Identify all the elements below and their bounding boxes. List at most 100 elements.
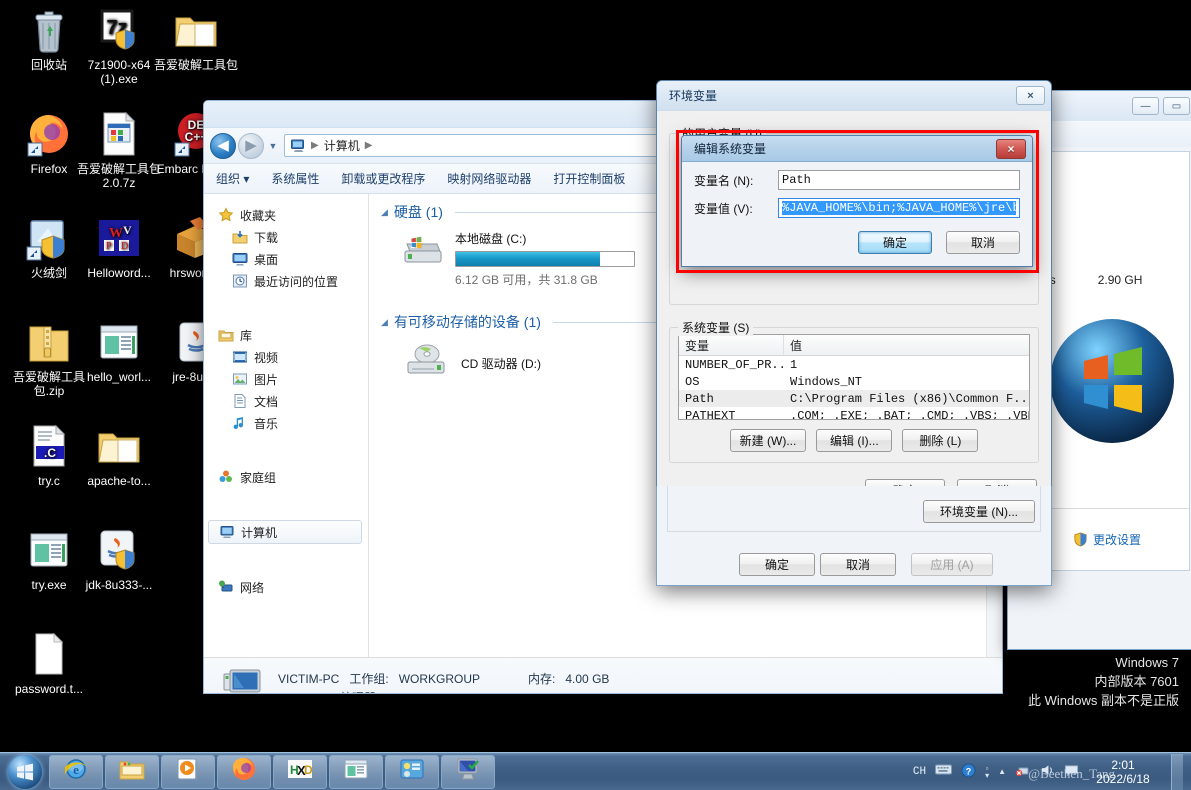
show-hidden-icons-button[interactable]: ▫ ▾ bbox=[985, 764, 989, 779]
variable-value-label: 变量值 (V): bbox=[694, 201, 753, 216]
svg-text:.C: .C bbox=[44, 446, 56, 460]
edit-ok-button[interactable]: 确定 bbox=[858, 231, 932, 254]
variable-name-input[interactable]: Path bbox=[778, 170, 1020, 190]
breadcrumb-item-computer[interactable]: 计算机 bbox=[324, 137, 360, 154]
svg-text:?: ? bbox=[966, 766, 972, 776]
sidebar-item-documents[interactable]: 文档 bbox=[204, 390, 368, 412]
desktop-icon-helloword[interactable]: W V P D Helloword... bbox=[76, 214, 162, 280]
listview-header[interactable]: 变量 值 bbox=[679, 335, 1029, 356]
taskbar[interactable]: e H X D CH ? ▫ ▾ ▲ 2:01 2022/6/18 bbox=[0, 752, 1191, 790]
system-variables-listview[interactable]: 变量 值 NUMBER_OF_PR... 1 OS Windows_NT Pat… bbox=[678, 334, 1030, 420]
sysprops-apply-button[interactable]: 应用 (A) bbox=[911, 553, 993, 576]
table-row[interactable]: NUMBER_OF_PR... 1 bbox=[679, 356, 1029, 373]
status-processor: AMD Ryzen 7 4800HS... bbox=[389, 689, 520, 694]
firefox-taskbar-button[interactable] bbox=[217, 754, 271, 789]
sidebar-item-homegroup[interactable]: 家庭组 bbox=[204, 466, 368, 488]
start-button[interactable] bbox=[2, 754, 48, 790]
cell-variable: NUMBER_OF_PR... bbox=[685, 357, 784, 372]
hxd-taskbar-button[interactable]: H X D bbox=[273, 754, 327, 789]
edit-dialog-title-bar[interactable]: 编辑系统变量 × bbox=[682, 136, 1032, 162]
table-row[interactable]: PATHEXT .COM; .EXE; .BAT; .CMD; .VBS; .V… bbox=[679, 407, 1029, 420]
sidebar-item-downloads[interactable]: 下载 bbox=[204, 226, 368, 248]
text-file-icon bbox=[25, 630, 73, 678]
desktop[interactable]: 回收站 7z 7z1900-x64 (1).exe 吾爱破解工具包 Firefo… bbox=[0, 0, 1191, 752]
desktop-icon-password-txt[interactable]: password.t... bbox=[6, 630, 92, 696]
collapse-triangle-icon[interactable]: ◢ bbox=[381, 317, 388, 328]
column-header-value[interactable]: 值 bbox=[784, 335, 808, 355]
sidebar-item-favorites[interactable]: 收藏夹 bbox=[204, 204, 368, 226]
breadcrumb-separator[interactable]: ▶ bbox=[365, 140, 373, 151]
sysprops-ok-button[interactable]: 确定 bbox=[739, 553, 815, 576]
watermark-line2: 内部版本 7601 bbox=[1094, 674, 1179, 689]
recent-pages-dropdown[interactable]: ▼ bbox=[266, 141, 280, 151]
edit-cancel-button[interactable]: 取消 bbox=[946, 231, 1020, 254]
status-memory: 4.00 GB bbox=[565, 671, 610, 686]
show-desktop-button[interactable] bbox=[1171, 753, 1183, 790]
table-row[interactable]: OS Windows_NT bbox=[679, 373, 1029, 390]
close-icon[interactable]: × bbox=[1016, 86, 1045, 105]
desktop-icon-apache-tomcat[interactable]: apache-to... bbox=[76, 422, 162, 488]
firefox-icon bbox=[230, 755, 258, 788]
variable-value-input[interactable]: %JAVA_HOME%\bin;%JAVA_HOME%\jre\bin; bbox=[778, 198, 1020, 218]
sidebar-item-libraries[interactable]: 库 bbox=[204, 324, 368, 346]
toolbar-map-network-drive[interactable]: 映射网络驱动器 bbox=[447, 170, 531, 187]
sidebar-item-network[interactable]: 网络 bbox=[204, 576, 368, 598]
help-icon[interactable]: ? bbox=[961, 762, 976, 781]
table-row-selected[interactable]: Path C:\Program Files (x86)\Common F... bbox=[679, 390, 1029, 407]
sysprops-cancel-button[interactable]: 取消 bbox=[820, 553, 896, 576]
sidebar-item-videos[interactable]: 视频 bbox=[204, 346, 368, 368]
new-variable-button[interactable]: 新建 (W)... bbox=[729, 429, 807, 452]
shield-icon bbox=[1073, 532, 1088, 547]
sidebar-item-computer[interactable]: 计算机 bbox=[208, 520, 362, 544]
homegroup-icon bbox=[218, 469, 234, 485]
back-button[interactable]: ◀ bbox=[210, 132, 236, 159]
desktop-icon-hello-world-exe[interactable]: hello_worl... bbox=[76, 318, 162, 384]
forward-button[interactable]: ▶ bbox=[238, 132, 264, 159]
ime-indicator[interactable]: CH bbox=[913, 766, 926, 778]
internet-explorer-taskbar-button[interactable]: e bbox=[49, 754, 103, 789]
desktop-icon-7zip[interactable]: 7z 7z1900-x64 (1).exe bbox=[76, 6, 162, 86]
sidebar-item-music[interactable]: 音乐 bbox=[204, 412, 368, 434]
system-taskbar-button[interactable] bbox=[441, 754, 495, 789]
toolbar-organize[interactable]: 组织 ▾ bbox=[216, 170, 249, 187]
change-settings-link[interactable]: 更改设置 bbox=[1073, 531, 1141, 548]
sidebar-item-pictures[interactable]: 图片 bbox=[204, 368, 368, 390]
sidebar-item-label: 计算机 bbox=[241, 525, 278, 540]
start-orb-icon bbox=[8, 754, 42, 789]
star-icon bbox=[218, 207, 234, 223]
svg-text:e: e bbox=[73, 762, 79, 777]
env-dialog-title-bar[interactable]: 环境变量 × bbox=[657, 81, 1051, 111]
author-watermark: @Beethen_Tang bbox=[1028, 766, 1115, 781]
column-header-variable[interactable]: 变量 bbox=[679, 335, 784, 355]
explorer-navigation-pane[interactable]: 收藏夹 下载 桌面 最近访问的位置 库 视频 图片 文档 音乐 家庭组 计算机 … bbox=[204, 194, 369, 657]
environment-variables-button[interactable]: 环境变量 (N)... bbox=[923, 500, 1035, 523]
delete-variable-button[interactable]: 删除 (L) bbox=[902, 429, 979, 452]
edit-variable-button[interactable]: 编辑 (I)... bbox=[816, 429, 893, 452]
media-player-taskbar-button[interactable] bbox=[161, 754, 215, 789]
collapse-triangle-icon[interactable]: ◢ bbox=[381, 207, 388, 218]
video-icon bbox=[232, 349, 248, 365]
wmp-icon bbox=[174, 755, 202, 788]
desktop-icon-jdk-installer[interactable]: jdk-8u333-... bbox=[76, 526, 162, 592]
system-icon bbox=[454, 755, 482, 788]
control-panel-taskbar-button[interactable] bbox=[385, 754, 439, 789]
sidebar-item-desktop[interactable]: 桌面 bbox=[204, 248, 368, 270]
keyboard-icon[interactable] bbox=[935, 764, 953, 779]
toolbar-open-control-panel[interactable]: 打开控制面板 bbox=[553, 170, 625, 187]
toolbar-uninstall-change-program[interactable]: 卸载或更改程序 bbox=[341, 170, 425, 187]
close-icon[interactable]: × bbox=[996, 138, 1026, 159]
minimize-button[interactable]: — bbox=[1132, 97, 1159, 115]
sidebar-item-label: 收藏夹 bbox=[240, 208, 277, 223]
desktop-icon-wuaipojie-7z[interactable]: 吾爱破解工具包2.0.7z bbox=[76, 110, 162, 190]
toolbar-system-properties[interactable]: 系统属性 bbox=[271, 170, 319, 187]
app-taskbar-button[interactable] bbox=[329, 754, 383, 789]
expand-tray-icon[interactable]: ▲ bbox=[998, 767, 1006, 776]
sidebar-item-recent-places[interactable]: 最近访问的位置 bbox=[204, 270, 368, 292]
desktop-icon-wuaipojie-folder[interactable]: 吾爱破解工具包 bbox=[153, 6, 239, 72]
maximize-button[interactable]: ▭ bbox=[1163, 97, 1190, 115]
explorer-taskbar-button[interactable] bbox=[105, 754, 159, 789]
c-file-icon: .C bbox=[25, 422, 73, 470]
edit-system-variable-dialog[interactable]: 编辑系统变量 × 变量名 (N): Path 变量值 (V): %JAVA_HO… bbox=[681, 135, 1033, 267]
edit-dialog-title: 编辑系统变量 bbox=[694, 142, 767, 156]
